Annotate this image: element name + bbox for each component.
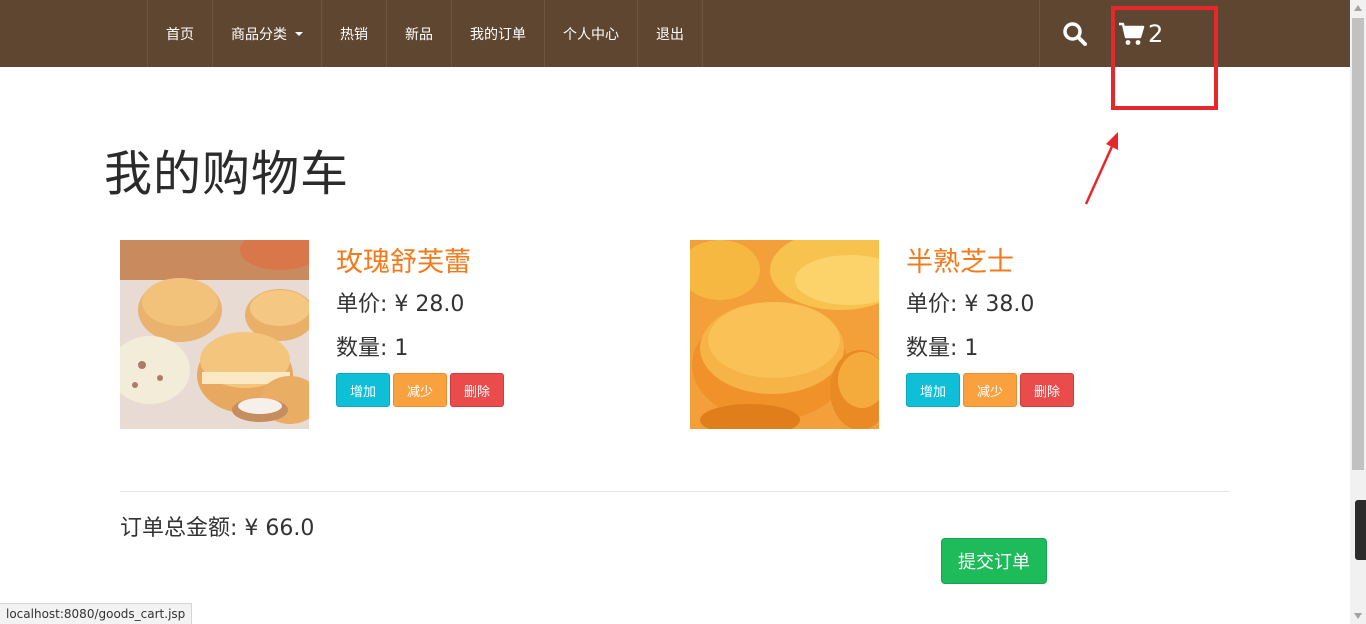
nav-item-label: 商品分类 xyxy=(231,26,287,43)
delete-button[interactable]: 删除 xyxy=(450,373,504,407)
product-price: 单价: ¥ 38.0 xyxy=(906,292,1035,317)
nav-item-logout[interactable]: 退出 xyxy=(638,0,703,67)
increase-button[interactable]: 增加 xyxy=(336,373,390,407)
increase-button[interactable]: 增加 xyxy=(906,373,960,407)
search-button[interactable] xyxy=(1039,0,1109,67)
annotation-arrow-icon xyxy=(1084,132,1118,205)
nav-menu: 首页 商品分类 热销 新品 我的订单 个人中心 退出 xyxy=(147,0,703,67)
nav-item-label: 新品 xyxy=(405,26,433,43)
decrease-button[interactable]: 减少 xyxy=(963,373,1017,407)
product-quantity: 数量: 1 xyxy=(336,336,409,361)
page-title: 我的购物车 xyxy=(104,146,350,202)
order-total: 订单总金额: ¥ 66.0 xyxy=(120,516,315,541)
arrow-down-icon xyxy=(1354,613,1362,619)
scroll-down-button[interactable] xyxy=(1350,608,1366,624)
nav-item-home[interactable]: 首页 xyxy=(148,0,213,67)
nav-item-new[interactable]: 新品 xyxy=(387,0,452,67)
arrow-up-icon xyxy=(1354,5,1362,11)
top-navbar: 首页 商品分类 热销 新品 我的订单 个人中心 退出 2 xyxy=(0,0,1350,67)
side-widget-tab[interactable] xyxy=(1355,500,1366,560)
product-name-link[interactable]: 半熟芝士 xyxy=(906,240,1014,279)
cart-count: 2 xyxy=(1148,20,1164,48)
product-quantity: 数量: 1 xyxy=(906,336,979,361)
nav-item-label: 首页 xyxy=(166,26,194,43)
nav-item-label: 热销 xyxy=(340,26,368,43)
search-icon xyxy=(1062,21,1087,46)
item-actions: 增加 减少 删除 xyxy=(336,373,504,407)
status-bar-url: localhost:8080/goods_cart.jsp xyxy=(0,603,193,624)
product-image-half-cheese[interactable] xyxy=(690,240,879,429)
divider xyxy=(120,491,1230,492)
scrollbar-thumb[interactable] xyxy=(1352,18,1364,470)
product-image-rose-souffle[interactable] xyxy=(120,240,309,429)
cart-button[interactable]: 2 xyxy=(1118,12,1163,56)
cart-item: 玫瑰舒芙蕾 单价: ¥ 28.0 数量: 1 增加 减少 删除 xyxy=(120,240,540,430)
item-actions: 增加 减少 删除 xyxy=(906,373,1074,407)
product-name-link[interactable]: 玫瑰舒芙蕾 xyxy=(336,240,471,279)
nav-item-hot[interactable]: 热销 xyxy=(322,0,387,67)
nav-item-user-center[interactable]: 个人中心 xyxy=(545,0,638,67)
scroll-up-button[interactable] xyxy=(1350,0,1366,16)
shopping-cart-icon xyxy=(1119,22,1145,45)
nav-item-my-orders[interactable]: 我的订单 xyxy=(452,0,545,67)
nav-item-categories[interactable]: 商品分类 xyxy=(213,0,322,67)
caret-down-icon xyxy=(295,31,303,36)
nav-item-label: 退出 xyxy=(656,26,684,43)
cart-item: 半熟芝士 单价: ¥ 38.0 数量: 1 增加 减少 删除 xyxy=(690,240,1110,430)
product-price: 单价: ¥ 28.0 xyxy=(336,292,465,317)
delete-button[interactable]: 删除 xyxy=(1020,373,1074,407)
submit-order-button[interactable]: 提交订单 xyxy=(941,538,1047,584)
nav-item-label: 我的订单 xyxy=(470,26,526,43)
decrease-button[interactable]: 减少 xyxy=(393,373,447,407)
nav-item-label: 个人中心 xyxy=(563,26,619,43)
